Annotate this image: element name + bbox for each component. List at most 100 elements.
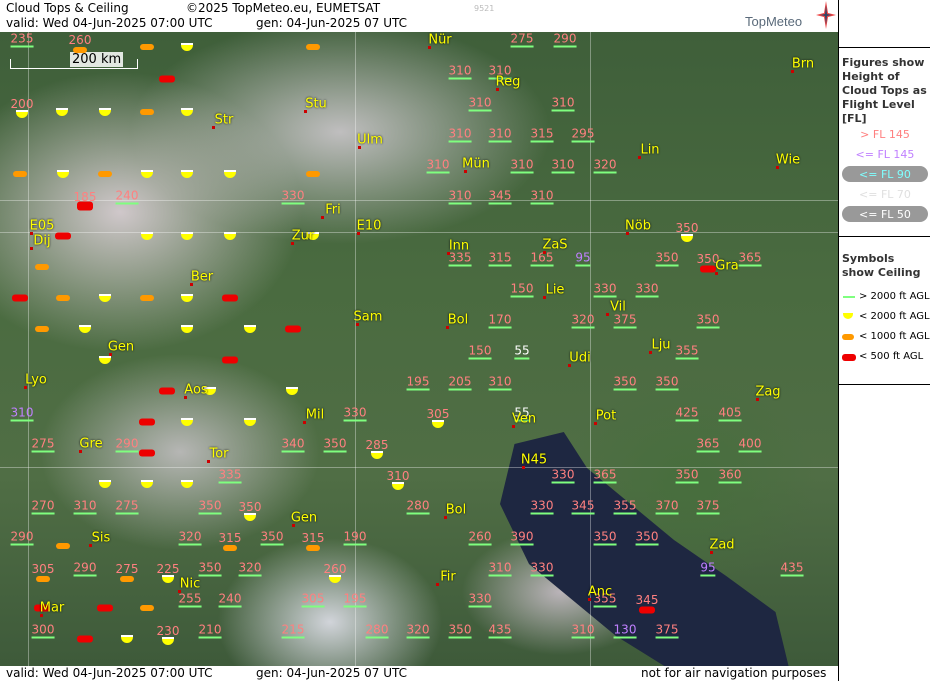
ceiling-above-2000-line — [343, 605, 367, 608]
cloud-top-label: 330 — [551, 467, 575, 482]
city-label: Bol — [447, 312, 469, 328]
generated-time: gen: 04-Jun-2025 07 UTC — [256, 16, 408, 30]
cloud-top-value: 425 — [675, 407, 699, 422]
cloud-top-value: 260 — [69, 34, 92, 46]
ceiling-above-2000-line — [73, 512, 97, 515]
cloud-top-label: 350 — [675, 467, 699, 482]
ceiling-below-2000-symbol — [392, 482, 404, 490]
ceiling-above-2000-line — [343, 543, 367, 546]
ceiling-above-2000-line — [571, 512, 595, 515]
cloud-top-value: 195 — [343, 593, 367, 608]
ceiling-below-500-symbol — [77, 201, 93, 209]
cloud-top-label: 330 — [530, 560, 554, 575]
ceiling-above-2000-line — [31, 450, 55, 453]
ceiling-above-2000-line — [488, 202, 512, 205]
cloud-top-value: 320 — [406, 624, 430, 639]
cloud-top-value: 330 — [530, 560, 554, 577]
city-label: Reg — [495, 74, 521, 90]
cloud-top-label: 205 — [448, 374, 472, 389]
image-number: 9521 — [474, 4, 495, 13]
ceiling-above-2000-line — [696, 326, 720, 329]
cloud-top-label: 305 — [426, 407, 450, 421]
ceiling-above-2000-line — [613, 326, 637, 329]
cloud-top-label: 285 — [365, 438, 389, 452]
footer-generated-time: gen: 04-Jun-2025 07 UTC — [256, 666, 408, 680]
cloud-top-label: 350 — [198, 560, 222, 575]
ceiling-below-500: < 500 ft AGL — [859, 351, 924, 362]
ceiling-below-2000-symbol — [16, 110, 28, 118]
cloud-top-label: 310 — [571, 622, 595, 637]
cloud-top-value: 340 — [281, 436, 305, 453]
cloud-top-label: 290 — [553, 32, 577, 46]
cloud-top-label: 340 — [281, 436, 305, 451]
ceiling-above-2000-line — [468, 605, 492, 608]
cloud-top-label: 55 — [514, 343, 530, 358]
city-label: Wie — [775, 152, 801, 168]
cloud-top-label: 215 — [281, 622, 305, 637]
cloud-top-value: 170 — [488, 314, 512, 329]
cloud-top-value: 150 — [468, 345, 492, 360]
cloud-top-label: 405 — [718, 405, 742, 420]
ceiling-below-1000-symbol — [140, 605, 154, 611]
ceiling-above-2000-line — [696, 512, 720, 515]
ceiling-below-500-symbol — [222, 294, 238, 302]
cloud-top-label: 345 — [571, 498, 595, 513]
cloud-top-value: 260 — [324, 563, 347, 575]
ceiling-above-2000-line — [655, 512, 679, 515]
cloud-top-label: 255 — [178, 591, 202, 606]
satellite-map[interactable]: 200 km 235 260 310 310 275 290 200 310 310 310 310… — [0, 32, 838, 666]
cloud-top-label: 165 — [530, 250, 554, 265]
cloud-top-label: 350 — [323, 436, 347, 451]
cloud-top-label: 260 — [323, 562, 347, 576]
city-marker — [606, 313, 609, 316]
cloud-top-label: 200 — [10, 97, 34, 111]
ceiling-above-2000-line — [10, 419, 34, 422]
ceiling-above-2000-line — [718, 419, 742, 422]
cloud-top-label: 400 — [738, 436, 762, 451]
city-label: Ber — [190, 269, 214, 285]
cloud-top-value: 305 — [301, 593, 325, 608]
ceiling-above-2000-line — [10, 45, 34, 48]
cloud-top-value: 275 — [115, 500, 139, 515]
cloud-top-value: 335 — [448, 252, 472, 267]
city-label: Ven — [511, 411, 537, 427]
ceiling-below-1000-symbol — [140, 44, 154, 50]
cloud-top-label: 330 — [343, 405, 367, 420]
cloud-top-value: 275 — [510, 33, 534, 48]
ceiling-below-500-symbol — [222, 356, 238, 364]
red-pill-symbol — [842, 354, 856, 361]
cloud-top-value: 280 — [406, 500, 430, 515]
city-label: Nic — [179, 576, 201, 592]
figures-legend-title: Figures show Height of Cloud Tops as Fli… — [842, 56, 927, 125]
cloud-top-value: 330 — [343, 405, 367, 422]
ceiling-above-2000-line — [468, 357, 492, 360]
ceiling-below-500-symbol — [285, 325, 301, 333]
legend-divider — [839, 236, 930, 237]
cloud-top-value: 290 — [553, 32, 577, 48]
cloud-top-label: 300 — [31, 622, 55, 637]
ceiling-above-2000-line — [514, 357, 530, 360]
cloud-top-label: 350 — [613, 374, 637, 389]
ceiling-above-2000-line — [488, 636, 512, 639]
ceiling-above-2000-line — [10, 543, 34, 546]
cloud-top-value: 330 — [530, 500, 554, 515]
cloud-top-value: 150 — [510, 283, 534, 298]
ceiling-above-2000-line — [510, 543, 534, 546]
city-label: Lju — [651, 337, 671, 353]
ceiling-below-1000-symbol — [73, 47, 87, 53]
cloud-top-value: 230 — [157, 625, 180, 637]
ceiling-below-1000-symbol — [35, 326, 49, 332]
ceiling-below-2000-symbol — [181, 325, 193, 333]
cloud-top-value: 375 — [613, 314, 637, 329]
cloud-top-label: 435 — [780, 560, 804, 575]
ceiling-below-2000-symbol — [99, 108, 111, 116]
ceiling-below-2000-symbol — [371, 451, 383, 459]
cloud-top-value: 350 — [593, 531, 617, 546]
cloud-top-label: 290 — [73, 560, 97, 575]
cloud-top-label: 310 — [448, 63, 472, 78]
cloud-top-value: 310 — [488, 562, 512, 577]
ceiling-above-2000-line — [323, 450, 347, 453]
cloud-top-value: 240 — [218, 593, 242, 608]
cloud-top-label: 230 — [156, 624, 180, 638]
cloud-top-value: 280 — [365, 624, 389, 639]
